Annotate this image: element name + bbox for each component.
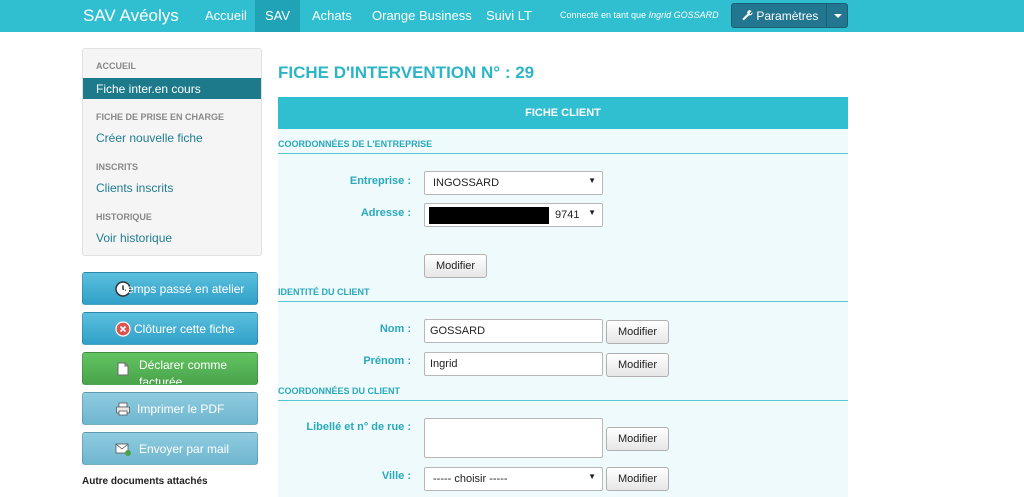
street-textarea[interactable]: [424, 418, 603, 458]
send-mail-label: Envoyer par mail: [139, 442, 230, 456]
mail-icon: [115, 441, 131, 457]
close-sheet-label: Clôturer cette fiche: [134, 322, 235, 336]
connected-user-text: Connecté en tant que Ingrid GOSSARD: [560, 10, 719, 20]
modify-city-button[interactable]: Modifier: [606, 467, 669, 491]
attached-documents-title: Autre documents attachés: [82, 476, 208, 487]
page-title: FICHE D'INTERVENTION N° : 29: [278, 63, 535, 82]
nav-accueil[interactable]: Accueil: [195, 0, 257, 32]
document-icon: [115, 361, 131, 377]
time-spent-label: Temps passé en atelier: [121, 282, 245, 296]
sidebar-nav: ACCUEIL Fiche inter.en cours FICHE DE PR…: [82, 48, 262, 256]
print-pdf-label: Imprimer le PDF: [137, 402, 225, 416]
nav-sav[interactable]: SAV: [255, 0, 301, 32]
lastname-value: GOSSARD: [430, 325, 486, 337]
nav-achats[interactable]: Achats: [302, 0, 362, 32]
close-circle-icon: [115, 321, 131, 337]
address-value: 9741: [555, 209, 580, 221]
wrench-icon: [742, 10, 753, 21]
city-label: Ville :: [381, 470, 411, 482]
close-sheet-button[interactable]: Clôturer cette fiche: [82, 312, 258, 345]
settings-button[interactable]: Paramètres: [731, 3, 848, 28]
print-pdf-button[interactable]: Imprimer le PDF: [82, 392, 258, 425]
settings-divider: [826, 4, 827, 27]
client-panel-header: FICHE CLIENT: [278, 97, 848, 129]
top-navbar: SAV Avéolys Accueil SAV Achats Orange Bu…: [0, 0, 1024, 32]
nav-orange-business[interactable]: Orange Business: [362, 0, 482, 32]
sidebar-item-voir-historique[interactable]: Voir historique: [96, 231, 172, 245]
company-label: Entreprise :: [349, 175, 411, 187]
contact-section-header: COORDONNÉES DU CLIENT: [278, 386, 848, 401]
company-section-header: COORDONNÉES DE L'ENTREPRISE: [278, 139, 848, 154]
company-select[interactable]: INGOSSARD ▼: [424, 171, 603, 195]
send-mail-button[interactable]: Envoyer par mail: [82, 432, 258, 465]
address-label: Adresse :: [360, 207, 411, 219]
company-value: INGOSSARD: [433, 177, 500, 189]
modify-lastname-button[interactable]: Modifier: [606, 320, 669, 344]
dropdown-arrow-icon: ▼: [588, 208, 596, 217]
firstname-label: Prénom :: [363, 355, 411, 367]
sidebar-item-label: Fiche inter.en cours: [96, 82, 201, 96]
time-spent-button[interactable]: Temps passé en atelier: [82, 272, 258, 305]
sidebar-header-historique: HISTORIQUE: [96, 212, 152, 222]
brand-logo[interactable]: SAV Avéolys: [83, 6, 179, 26]
modify-street-button[interactable]: Modifier: [606, 427, 669, 451]
sidebar-item-clients-inscrits[interactable]: Clients inscrits: [96, 181, 173, 195]
dropdown-arrow-icon: ▼: [588, 176, 596, 185]
nav-suivi-lt[interactable]: Suivi LT: [476, 0, 542, 32]
settings-text: Paramètres: [756, 9, 819, 23]
connected-prefix: Connecté en tant que: [560, 10, 647, 20]
city-value: ----- choisir -----: [433, 473, 508, 485]
identity-section-header: IDENTITÉ DU CLIENT: [278, 287, 848, 302]
sidebar-header-inscrits: INSCRITS: [96, 162, 139, 172]
dropdown-arrow-icon: ▼: [588, 472, 596, 481]
modify-firstname-button[interactable]: Modifier: [606, 353, 669, 377]
sidebar-header-accueil: ACCUEIL: [96, 61, 136, 71]
modify-company-button[interactable]: Modifier: [424, 254, 487, 278]
sidebar-item-creer-fiche[interactable]: Créer nouvelle fiche: [96, 131, 203, 145]
mark-invoiced-button[interactable]: Déclarer comme facturée: [82, 352, 258, 385]
city-select[interactable]: ----- choisir ----- ▼: [424, 467, 603, 491]
sidebar-item-fiche-en-cours[interactable]: Fiche inter.en cours: [83, 78, 261, 99]
street-label: Libellé et n° de rue :: [306, 421, 411, 433]
sidebar-header-prise-en-charge: FICHE DE PRISE EN CHARGE: [96, 112, 225, 122]
redacted-block: [429, 207, 549, 224]
settings-label: Paramètres: [742, 9, 818, 23]
lastname-label: Nom :: [379, 323, 411, 335]
lastname-input[interactable]: GOSSARD: [424, 319, 603, 343]
firstname-value: Ingrid: [430, 358, 458, 370]
caret-down-icon[interactable]: [834, 14, 842, 18]
firstname-input[interactable]: Ingrid: [424, 352, 603, 376]
connected-user-name: Ingrid GOSSARD: [648, 10, 719, 20]
mark-invoiced-label: Déclarer comme facturée: [139, 358, 228, 385]
printer-icon: [115, 401, 131, 417]
